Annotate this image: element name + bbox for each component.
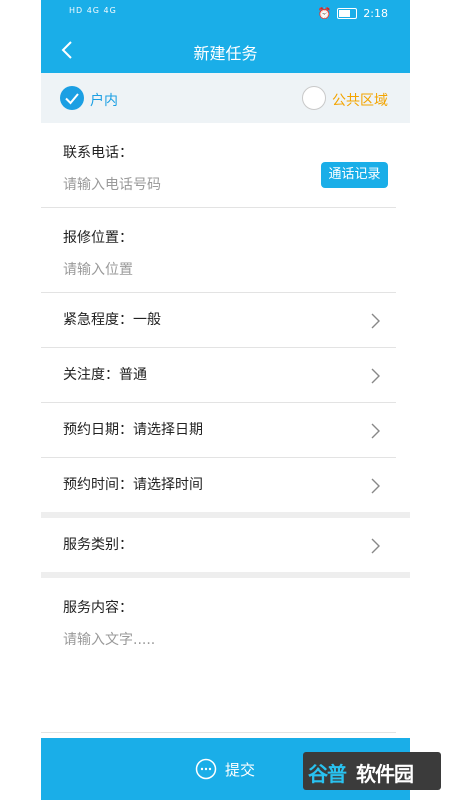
urgency-text: 紧急程度：一般 bbox=[63, 312, 161, 328]
clock-time: 2:18 bbox=[363, 7, 388, 20]
appointment-time-text: 预约时间：请选择时间 bbox=[63, 477, 203, 493]
watermark-text-brand: 谷普 bbox=[308, 762, 347, 786]
chevron-right-icon bbox=[371, 313, 380, 329]
more-circle-icon bbox=[195, 758, 217, 780]
service-content-label: 服务内容： bbox=[63, 600, 133, 616]
address-input[interactable]: 请输入位置 bbox=[63, 259, 410, 279]
appointment-date-row[interactable]: 预约日期：请选择日期 bbox=[41, 403, 410, 458]
service-content-field: 服务内容： 请输入文字..... bbox=[41, 597, 410, 649]
divider bbox=[41, 732, 396, 733]
app-screen: HD 4G 4G ⏰ 2:18 新建任务 户内 公共区域 联系电话： 请输入电话… bbox=[41, 0, 410, 800]
chevron-right-icon bbox=[371, 538, 380, 554]
checkmark-icon bbox=[65, 93, 79, 105]
app-header: 新建任务 bbox=[41, 27, 410, 73]
divider bbox=[41, 207, 396, 208]
submit-label: 提交 bbox=[225, 761, 256, 779]
appointment-time-row[interactable]: 预约时间：请选择时间 bbox=[41, 458, 410, 513]
public-area-radio[interactable] bbox=[302, 86, 326, 110]
service-content-textarea[interactable]: 请输入文字..... bbox=[63, 629, 410, 649]
attention-text: 关注度：普通 bbox=[63, 367, 147, 383]
watermark-logo: 谷普 软件园 bbox=[303, 752, 441, 790]
service-category-text: 服务类别： bbox=[63, 537, 133, 553]
call-log-button[interactable]: 通话记录 bbox=[321, 162, 388, 188]
section-separator bbox=[41, 572, 410, 578]
battery-icon bbox=[337, 8, 358, 19]
indoor-radio[interactable] bbox=[60, 86, 84, 110]
page-title: 新建任务 bbox=[193, 44, 258, 63]
status-right: ⏰ 2:18 bbox=[318, 7, 388, 20]
address-field: 报修位置： 请输入位置 bbox=[41, 227, 410, 279]
chevron-right-icon bbox=[371, 423, 380, 439]
chevron-right-icon bbox=[371, 478, 380, 494]
phone-label: 联系电话： bbox=[63, 145, 133, 161]
indoor-label[interactable]: 户内 bbox=[90, 90, 118, 110]
service-category-row[interactable]: 服务类别： bbox=[41, 518, 410, 573]
location-type-selector: 户内 公共区域 bbox=[41, 73, 410, 123]
public-area-label[interactable]: 公共区域 bbox=[332, 90, 388, 110]
urgency-row[interactable]: 紧急程度：一般 bbox=[41, 293, 410, 348]
watermark-text-site: 软件园 bbox=[356, 762, 414, 786]
address-label: 报修位置： bbox=[63, 230, 133, 246]
attention-row[interactable]: 关注度：普通 bbox=[41, 348, 410, 403]
chevron-right-icon bbox=[371, 368, 380, 384]
status-bar: HD 4G 4G ⏰ 2:18 bbox=[41, 0, 410, 27]
appointment-date-text: 预约日期：请选择日期 bbox=[63, 422, 203, 438]
signal-indicators: HD 4G 4G bbox=[69, 6, 117, 15]
alarm-icon: ⏰ bbox=[317, 7, 332, 20]
